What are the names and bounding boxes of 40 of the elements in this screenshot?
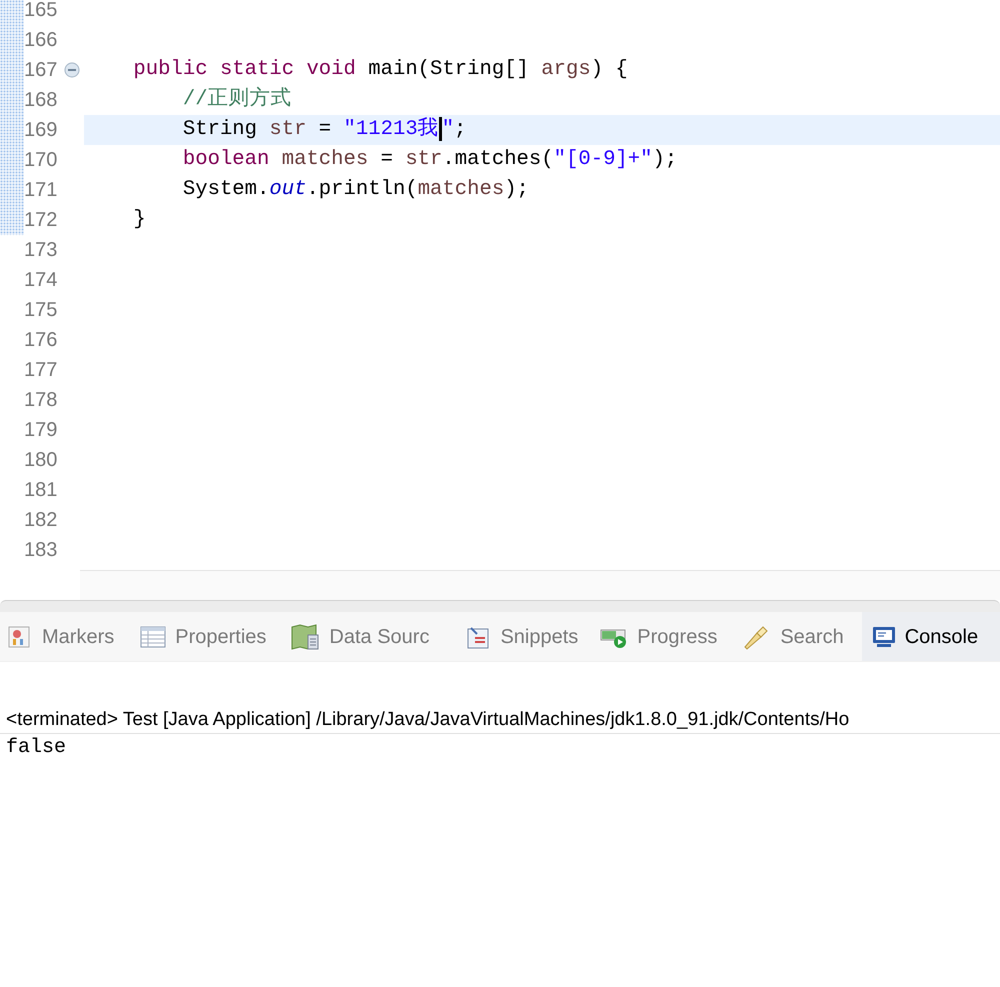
table-icon	[140, 624, 166, 648]
line-number: 173	[24, 238, 58, 263]
line-number: 168	[24, 88, 58, 113]
view-tab[interactable]: Markers	[5, 612, 118, 661]
console-output: false	[5, 735, 66, 761]
line-number: 172	[24, 208, 58, 233]
line-number: 182	[24, 508, 58, 533]
code-line: System.out.println(matches);	[182, 177, 529, 203]
line-number: 174	[24, 268, 58, 293]
line-number: 181	[24, 478, 58, 503]
line-number: 171	[24, 178, 58, 203]
line-number: 167	[24, 58, 58, 83]
console-header: <terminated> Test [Java Application] /Library/Java/JavaVirtualMachines/jdk1.8.0_91.jdk/Contents/Ho	[0, 707, 1000, 734]
line-number: 169	[24, 118, 58, 143]
view-tab[interactable]: Console	[862, 612, 1000, 661]
line-number: 176	[24, 328, 58, 353]
map-icon	[290, 622, 320, 650]
code-line: }	[132, 207, 146, 233]
line-number: 165	[24, 0, 58, 23]
line-number: 179	[24, 418, 58, 443]
code-line: boolean matches = str.matches("[0-9]+");	[182, 147, 678, 173]
line-number: 180	[24, 448, 58, 473]
line-number: 177	[24, 358, 58, 383]
view-tab[interactable]: Properties	[138, 612, 270, 661]
line-number: 183	[24, 538, 58, 563]
view-tab[interactable]: Snippets	[463, 612, 582, 661]
line-number: 175	[24, 298, 58, 323]
view-tab[interactable]: Data Sourc	[288, 612, 434, 661]
line-number: 178	[24, 388, 58, 413]
line-number: 170	[24, 148, 58, 173]
view-tab[interactable]: Progress	[598, 612, 722, 661]
code-line: public static void main(String[] args) {	[132, 57, 628, 83]
line-number: 166	[24, 28, 58, 53]
monitor-icon	[872, 624, 896, 648]
horizontal-scrollbar[interactable]	[80, 570, 1000, 600]
view-tab[interactable]: Search	[739, 612, 848, 661]
panel-divider[interactable]	[0, 600, 1000, 612]
code-line: String str = "11213我";	[182, 116, 466, 143]
code-line: //正则方式	[182, 86, 292, 113]
collapse-icon[interactable]	[64, 62, 80, 78]
